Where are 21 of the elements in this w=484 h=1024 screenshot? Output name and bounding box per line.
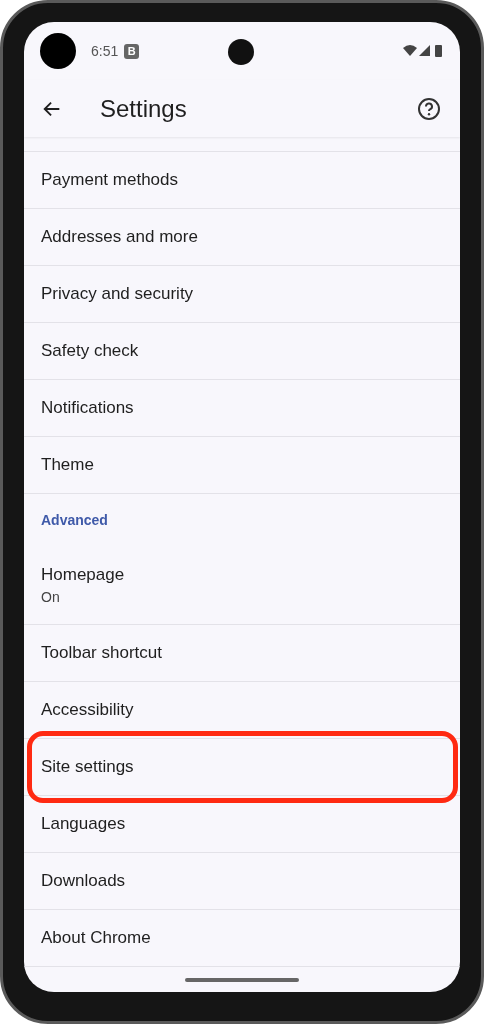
settings-item[interactable]: Addresses and more: [24, 209, 460, 265]
help-icon[interactable]: [417, 96, 441, 121]
settings-item[interactable]: Homepage On: [24, 547, 460, 624]
settings-item[interactable]: Theme: [24, 437, 460, 493]
settings-item[interactable]: About Chrome: [24, 910, 460, 966]
settings-item[interactable]: Accessibility: [24, 682, 460, 738]
settings-item[interactable]: Languages: [24, 796, 460, 852]
clock: 6:51: [91, 41, 119, 61]
settings-item[interactable]: Downloads: [24, 853, 460, 909]
camera-icon: [228, 39, 254, 65]
home-indicator[interactable]: [185, 977, 299, 982]
section-header: Advanced: [41, 511, 108, 530]
status-icons: [403, 44, 443, 58]
settings-item[interactable]: Notifications: [24, 380, 460, 436]
settings-item[interactable]: Privacy and security: [24, 266, 460, 322]
settings-item[interactable]: Site settings: [24, 739, 460, 795]
page-title: Settings: [100, 93, 187, 124]
settings-item[interactable]: Payment methods: [24, 152, 460, 208]
notification-badge: B: [124, 43, 140, 59]
settings-item[interactable]: Safety check: [24, 323, 460, 379]
settings-item[interactable]: Toolbar shortcut: [24, 625, 460, 681]
